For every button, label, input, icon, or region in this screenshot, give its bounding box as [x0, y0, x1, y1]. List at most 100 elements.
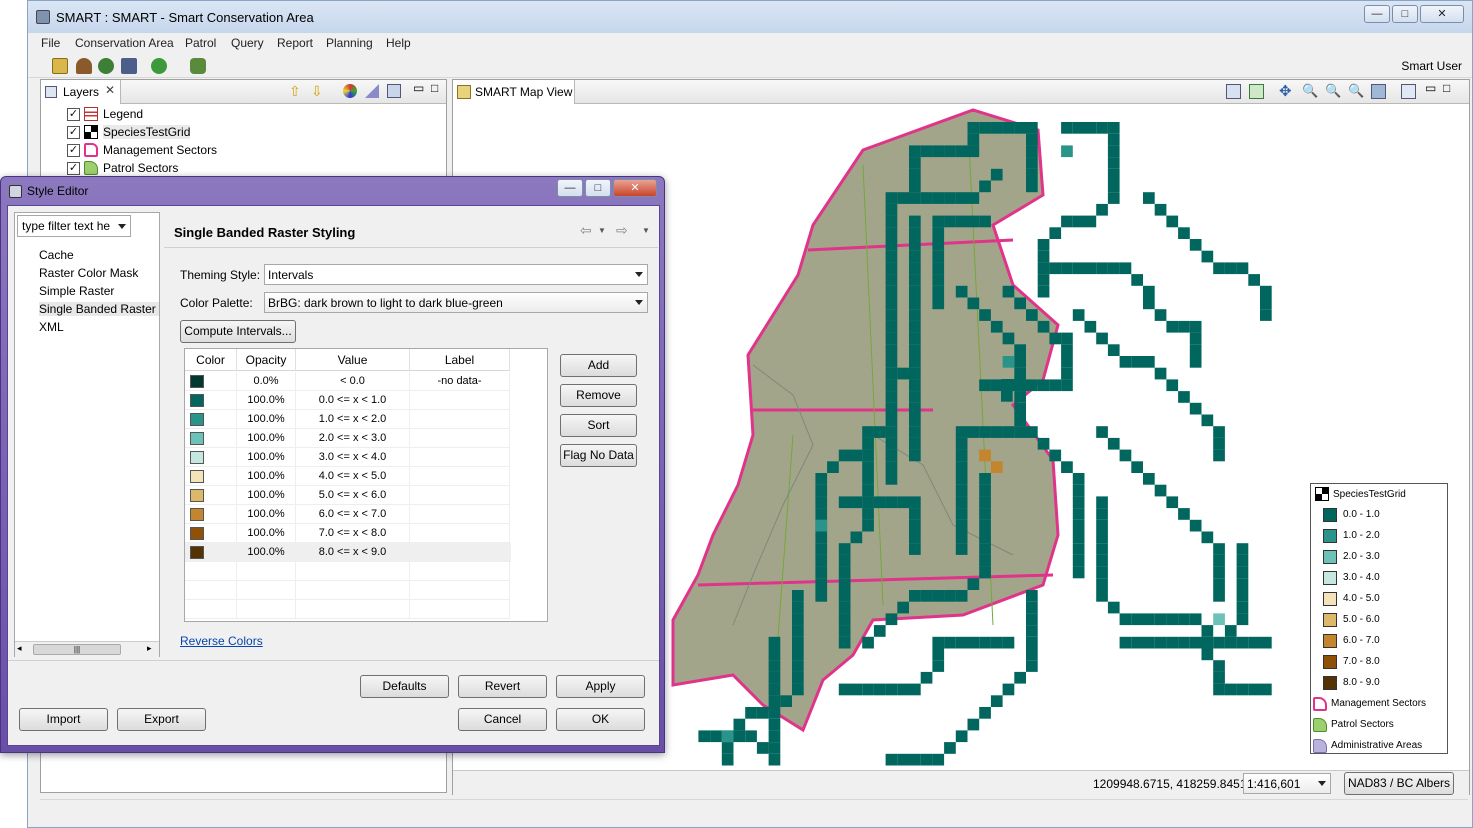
compute-intervals-button[interactable]: Compute Intervals...	[180, 320, 296, 343]
value-cell[interactable]: 5.0 <= x < 6.0	[296, 486, 410, 505]
color-palette-combo[interactable]: BrBG: dark brown to light to dark blue-g…	[264, 292, 648, 313]
pan-icon[interactable]: ✥	[1279, 82, 1292, 100]
color-cell[interactable]	[185, 543, 237, 562]
new-view-icon[interactable]	[1401, 84, 1416, 99]
minimize-button[interactable]: —	[557, 179, 583, 197]
tree-item-simple-raster[interactable]: Simple Raster	[39, 284, 114, 298]
tree-item-cache[interactable]: Cache	[39, 248, 74, 262]
menu-planning[interactable]: Planning	[326, 36, 373, 50]
color-cell[interactable]	[185, 429, 237, 448]
value-cell[interactable]: 2.0 <= x < 3.0	[296, 429, 410, 448]
opacity-cell[interactable]: 100.0%	[237, 505, 296, 524]
sort-button[interactable]: Sort	[560, 414, 637, 437]
intervals-table[interactable]: Color Opacity Value Label 0.0% < 0.0 -no d…	[184, 348, 548, 622]
chevron-down-icon[interactable]: ▼	[598, 226, 606, 235]
color-swatch[interactable]	[190, 527, 204, 540]
menu-query[interactable]: Query	[231, 36, 264, 50]
maximize-button[interactable]: □	[1392, 5, 1418, 23]
color-cell[interactable]	[185, 467, 237, 486]
opacity-cell[interactable]: 100.0%	[237, 448, 296, 467]
table-row[interactable]	[185, 581, 511, 600]
report-icon[interactable]	[121, 58, 137, 74]
color-cell[interactable]	[185, 448, 237, 467]
chevron-down-icon[interactable]	[118, 224, 126, 229]
empty-cell[interactable]	[237, 600, 296, 619]
revert-button[interactable]: Revert	[458, 675, 547, 698]
label-cell[interactable]	[410, 543, 510, 562]
color-swatch[interactable]	[190, 546, 204, 559]
chevron-down-icon[interactable]: ▼	[642, 226, 650, 235]
table-row[interactable]: 100.0% 6.0 <= x < 7.0	[185, 505, 511, 524]
scale-combo[interactable]: 1:416,601	[1243, 773, 1331, 794]
table-row[interactable]: 100.0% 1.0 <= x < 2.0	[185, 410, 511, 429]
menu-file[interactable]: File	[41, 36, 60, 50]
color-swatch[interactable]	[190, 451, 204, 464]
empty-cell[interactable]	[237, 562, 296, 581]
layer-checkbox[interactable]: ✓	[67, 162, 80, 175]
empty-cell[interactable]	[296, 600, 410, 619]
style-icon[interactable]	[365, 84, 379, 98]
label-cell[interactable]	[410, 505, 510, 524]
table-row[interactable]: 100.0% 2.0 <= x < 3.0	[185, 429, 511, 448]
value-cell[interactable]: 3.0 <= x < 4.0	[296, 448, 410, 467]
color-swatch[interactable]	[190, 432, 204, 445]
table-row[interactable]: 100.0% 0.0 <= x < 1.0	[185, 391, 511, 410]
layer-checkbox[interactable]: ✓	[67, 144, 80, 157]
value-cell[interactable]: 0.0 <= x < 1.0	[296, 391, 410, 410]
view-minimize-icon[interactable]: ▭	[1425, 81, 1436, 95]
zoom-extent-icon[interactable]: 🔍	[1348, 83, 1364, 99]
menu-report[interactable]: Report	[277, 36, 313, 50]
zoom-in-icon[interactable]: 🔍	[1302, 83, 1318, 99]
opacity-cell[interactable]: 100.0%	[237, 467, 296, 486]
ok-button[interactable]: OK	[556, 708, 645, 731]
color-swatch[interactable]	[190, 375, 204, 388]
defaults-button[interactable]: Defaults	[360, 675, 449, 698]
col-header-color[interactable]: Color	[185, 349, 237, 371]
label-cell[interactable]	[410, 448, 510, 467]
empty-cell[interactable]	[185, 562, 237, 581]
query-icon[interactable]	[98, 58, 114, 74]
label-cell[interactable]: -no data-	[410, 372, 510, 391]
label-cell[interactable]	[410, 467, 510, 486]
conservation-area-icon[interactable]	[52, 58, 68, 74]
move-up-icon[interactable]: ⇧	[289, 83, 301, 100]
empty-cell[interactable]	[410, 581, 510, 600]
table-row[interactable]: 100.0% 5.0 <= x < 6.0	[185, 486, 511, 505]
sync-icon[interactable]	[151, 58, 167, 74]
scroll-right-icon[interactable]: ▸	[147, 643, 152, 654]
export-map-icon[interactable]	[1226, 84, 1241, 99]
table-row[interactable]: 100.0% 8.0 <= x < 9.0	[185, 543, 511, 562]
value-cell[interactable]: 4.0 <= x < 5.0	[296, 467, 410, 486]
color-swatch[interactable]	[190, 470, 204, 483]
opacity-cell[interactable]: 100.0%	[237, 486, 296, 505]
filter-input[interactable]: type filter text he	[17, 215, 131, 237]
col-header-label[interactable]: Label	[410, 349, 510, 371]
theming-style-combo[interactable]: Intervals	[264, 264, 648, 285]
layer-checkbox[interactable]: ✓	[67, 108, 80, 121]
layer-checkbox[interactable]: ✓	[67, 126, 80, 139]
close-button[interactable]: ✕	[1420, 5, 1464, 23]
color-cell[interactable]	[185, 505, 237, 524]
value-cell[interactable]: 7.0 <= x < 8.0	[296, 524, 410, 543]
scrollbar-thumb[interactable]: |||	[33, 644, 121, 655]
scroll-left-icon[interactable]: ◂	[17, 643, 22, 654]
table-row[interactable]	[185, 562, 511, 581]
tree-item-xml[interactable]: XML	[39, 320, 64, 334]
value-cell[interactable]: 8.0 <= x < 9.0	[296, 543, 410, 562]
col-header-opacity[interactable]: Opacity	[237, 349, 296, 371]
table-row[interactable]	[185, 600, 511, 619]
zoom-out-icon[interactable]: 🔍	[1325, 83, 1341, 99]
empty-cell[interactable]	[410, 562, 510, 581]
empty-cell[interactable]	[410, 600, 510, 619]
crs-button[interactable]: NAD83 / BC Albers	[1344, 772, 1454, 795]
color-swatch[interactable]	[190, 508, 204, 521]
color-swatch[interactable]	[190, 413, 204, 426]
value-cell[interactable]: 6.0 <= x < 7.0	[296, 505, 410, 524]
flag-no-data-button[interactable]: Flag No Data	[560, 444, 637, 467]
label-cell[interactable]	[410, 524, 510, 543]
view-maximize-icon[interactable]: □	[431, 81, 438, 95]
move-down-icon[interactable]: ⇩	[311, 83, 323, 100]
maximize-button[interactable]: □	[585, 179, 611, 197]
remove-button[interactable]: Remove	[560, 384, 637, 407]
opacity-cell[interactable]: 0.0%	[237, 372, 296, 391]
